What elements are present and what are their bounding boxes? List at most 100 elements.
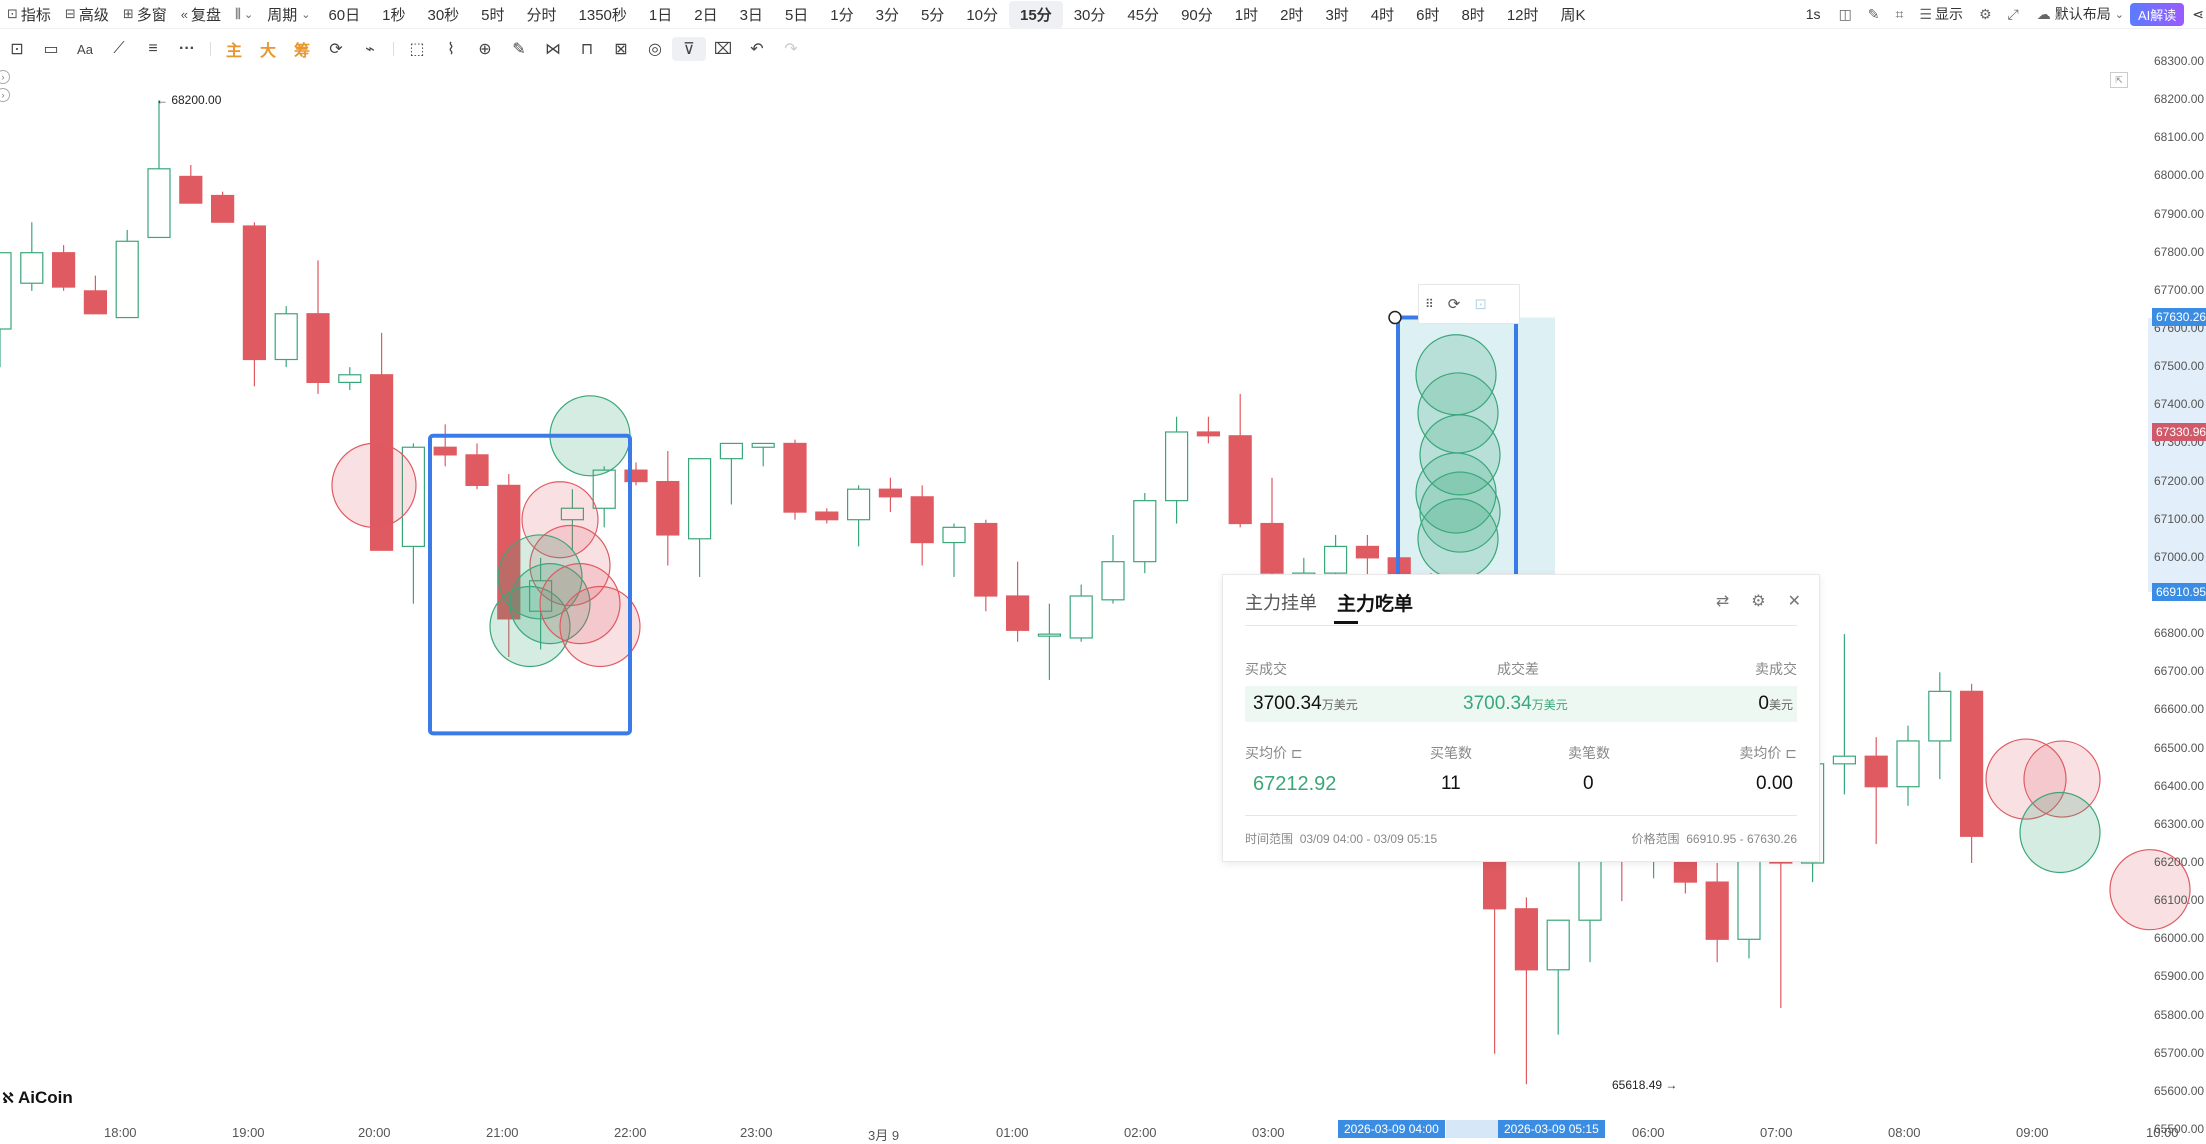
period-11[interactable]: 3分: [865, 1, 910, 28]
big-order-button[interactable]: 大: [251, 37, 285, 61]
zoom-icon[interactable]: ⊕: [468, 39, 502, 59]
refresh-icon[interactable]: ⟳: [1448, 295, 1461, 313]
candle-body: [83, 290, 108, 315]
period-dropdown[interactable]: 周期 ⌄: [260, 4, 317, 25]
ruler-icon[interactable]: ⌇: [434, 39, 468, 59]
period-14[interactable]: 15分: [1009, 0, 1063, 28]
candlestick-chart[interactable]: ← 68200.00 65618.49 →: [0, 62, 2206, 1138]
period-17[interactable]: 90分: [1170, 1, 1224, 28]
brush-icon[interactable]: ⌁: [353, 39, 387, 59]
divider: [210, 42, 211, 56]
time-range-value: 03/09 04:00 - 03/09 05:15: [1299, 832, 1438, 846]
filter-icon[interactable]: ⊽: [672, 37, 706, 61]
main-force-button[interactable]: 主: [217, 37, 251, 61]
candle-body: [815, 511, 839, 521]
tab-taker-orders[interactable]: 主力吃单: [1337, 589, 1413, 616]
eye-icon[interactable]: ◎: [638, 39, 672, 59]
undo-icon[interactable]: ↶: [740, 39, 774, 59]
period-4[interactable]: 分时: [516, 1, 568, 28]
y-tick-label: 68100.00: [2154, 130, 2205, 145]
candle-body: [1260, 522, 1284, 574]
indicator-button[interactable]: ⊡ 指标: [0, 4, 58, 25]
y-tick-label: 65800.00: [2154, 1007, 2205, 1022]
tab-pending-orders[interactable]: 主力挂单: [1245, 589, 1317, 616]
bookmark-icon[interactable]: ⌗: [1896, 6, 1904, 23]
period-21[interactable]: 4时: [1360, 1, 1405, 28]
select-icon[interactable]: ⬚: [400, 39, 434, 59]
period-2[interactable]: 30秒: [416, 1, 470, 28]
picture-icon[interactable]: ⊡: [0, 39, 34, 59]
y-tick-label: 67700.00: [2154, 282, 2205, 297]
period-18[interactable]: 1时: [1224, 1, 1269, 28]
period-0[interactable]: 60日: [317, 1, 371, 28]
period-9[interactable]: 5日: [774, 1, 819, 28]
y-tick-label: 67400.00: [2154, 397, 2205, 412]
pen-icon[interactable]: ✎: [1868, 6, 1880, 23]
menu-lines-icon[interactable]: ≡: [136, 40, 170, 58]
period-1[interactable]: 1秒: [371, 1, 416, 28]
close-icon[interactable]: ✕: [1788, 591, 1801, 611]
period-25[interactable]: 周K: [1550, 1, 1597, 28]
candle-body: [1896, 740, 1920, 788]
period-8[interactable]: 3日: [729, 1, 774, 28]
candle-body: [1164, 431, 1189, 502]
period-3[interactable]: 5时: [470, 1, 515, 28]
ai-button[interactable]: AI解读: [2129, 2, 2185, 26]
fullscreen-icon[interactable]: ⤢: [2008, 6, 2019, 23]
diff-label: 成交差: [1497, 661, 1539, 677]
avg-sell-label: 卖均价 ⊏: [1739, 743, 1797, 763]
low-marker: 65618.49 →: [1612, 1078, 1677, 1092]
replay-button[interactable]: «复盘: [174, 4, 228, 25]
text-icon[interactable]: Aa: [68, 42, 102, 57]
share-icon[interactable]: ⋖: [2192, 6, 2204, 23]
rectangle-icon[interactable]: ▭: [34, 39, 68, 59]
selection-handle: [1388, 310, 1402, 325]
multi-window-button[interactable]: ⊞ 多窗: [116, 4, 174, 25]
period-16[interactable]: 45分: [1116, 1, 1170, 28]
selection-toolbar: ⠿ ⟳ ⊡: [1418, 284, 1520, 324]
advanced-button[interactable]: ⊟ 高级: [58, 4, 116, 25]
period-10[interactable]: 1分: [819, 1, 864, 28]
chip-button[interactable]: 筹: [285, 37, 319, 61]
chevron-down-icon: ⌄: [301, 8, 311, 21]
camera-icon[interactable]: ◫: [1839, 6, 1852, 23]
candle-body: [20, 252, 44, 284]
chart-icon[interactable]: ⊡: [1474, 295, 1487, 313]
settings-icon[interactable]: ⚙: [1751, 591, 1765, 611]
drag-handle-icon[interactable]: ⠿: [1425, 297, 1434, 311]
period-23[interactable]: 8时: [1450, 1, 1495, 28]
diff-value: 3700.34万美元: [1463, 693, 1568, 715]
candle-body: [687, 458, 712, 540]
period-5[interactable]: 1350秒: [568, 1, 638, 28]
toolbar-right: 1s ◫ ✎ ⌗ ☰ 显示 ⚙ ⤢ ☁ 默认布局 ⌄ AI解读 ⋖: [1796, 0, 2206, 28]
period-15[interactable]: 30分: [1063, 1, 1117, 28]
trash-icon[interactable]: ⌧: [706, 39, 740, 59]
period-24[interactable]: 12时: [1496, 1, 1550, 28]
pen-icon[interactable]: ✎: [502, 39, 536, 59]
y-tick-label: 68200.00: [2154, 92, 2205, 107]
period-12[interactable]: 5分: [910, 1, 955, 28]
period-20[interactable]: 3时: [1314, 1, 1359, 28]
display-button[interactable]: 显示: [1935, 4, 1963, 24]
period-22[interactable]: 6时: [1405, 1, 1450, 28]
lock-icon[interactable]: ⊓: [570, 39, 604, 59]
line-icon[interactable]: ⟋: [102, 40, 136, 58]
indicator-icon: ⊡: [7, 6, 18, 21]
candle-body: [1514, 908, 1539, 971]
swap-icon[interactable]: ⇄: [1716, 591, 1729, 611]
magnet-icon[interactable]: ⋈: [536, 39, 570, 59]
redo-icon[interactable]: ↷: [774, 39, 808, 59]
period-19[interactable]: 2时: [1269, 1, 1314, 28]
refresh-icon[interactable]: ⟳: [319, 39, 353, 59]
period-7[interactable]: 2日: [683, 1, 728, 28]
image-icon[interactable]: ⊠: [604, 39, 638, 59]
candle-body: [1005, 595, 1030, 631]
layout-dropdown[interactable]: 默认布局: [2055, 4, 2111, 24]
chart-type-button[interactable]: ⫼ ⌄: [228, 6, 260, 22]
interval-label[interactable]: 1s: [1806, 6, 1821, 22]
settings-icon[interactable]: ⚙: [1979, 6, 1992, 23]
candle-body: [942, 526, 966, 544]
more-icon[interactable]: ···: [170, 40, 204, 58]
period-13[interactable]: 10分: [955, 1, 1009, 28]
period-6[interactable]: 1日: [638, 1, 683, 28]
